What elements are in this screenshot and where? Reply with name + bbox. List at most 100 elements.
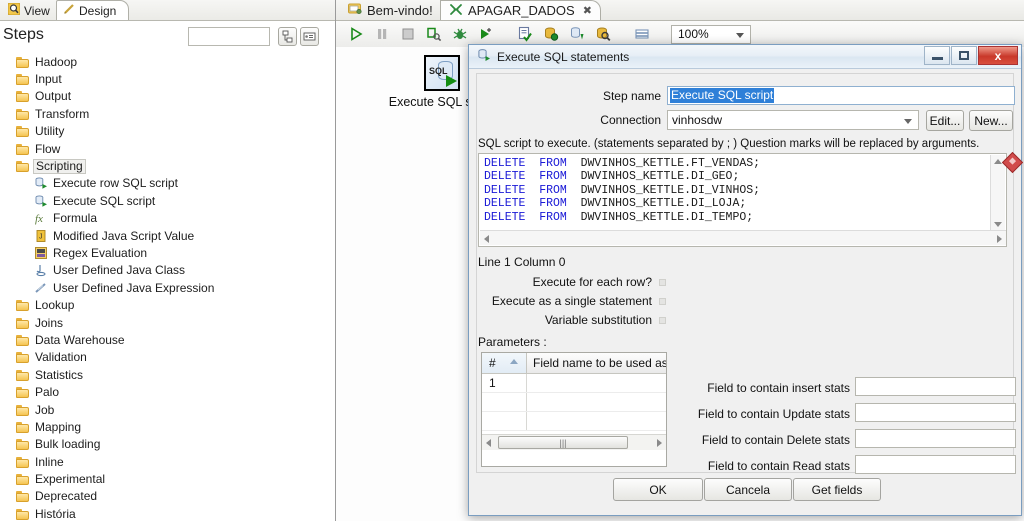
tree-item-validation[interactable]: Validation bbox=[0, 349, 335, 366]
parameters-horizontal-scrollbar[interactable]: ||| bbox=[482, 434, 666, 450]
scroll-right-icon[interactable] bbox=[997, 235, 1002, 243]
tree-item-execute-sql-script[interactable]: Execute SQL script bbox=[0, 192, 335, 209]
steps-tree[interactable]: Hadoop Input Output Transform Utility Flow Scr… bbox=[0, 53, 335, 521]
tree-item-scripting[interactable]: Scripting bbox=[0, 157, 335, 174]
scroll-down-icon[interactable] bbox=[994, 222, 1002, 227]
scroll-right-icon[interactable] bbox=[657, 439, 662, 447]
database-search-icon[interactable] bbox=[592, 23, 614, 45]
ok-button[interactable]: OK bbox=[613, 478, 703, 501]
connection-combo[interactable]: vinhosdw bbox=[667, 110, 919, 130]
tab-design[interactable]: Design bbox=[56, 0, 130, 20]
zoom-combo[interactable]: 100% bbox=[671, 24, 751, 44]
close-icon[interactable]: ✖ bbox=[583, 4, 592, 17]
tree-item-flow[interactable]: Flow bbox=[0, 140, 335, 157]
tree-item-label: História bbox=[35, 506, 76, 521]
tree-item-job[interactable]: Job bbox=[0, 401, 335, 418]
tree-item-label: Palo bbox=[35, 385, 60, 400]
new-connection-button[interactable]: New... bbox=[969, 110, 1013, 131]
tree-item-bulk-loading[interactable]: Bulk loading bbox=[0, 436, 335, 453]
delete-stats-input[interactable] bbox=[855, 429, 1016, 448]
pause-icon[interactable] bbox=[371, 23, 393, 45]
folder-icon bbox=[16, 334, 30, 346]
edit-connection-button[interactable]: Edit... bbox=[926, 110, 964, 131]
cancel-button[interactable]: Cancela bbox=[704, 478, 792, 501]
tree-item-label: Formula bbox=[53, 211, 98, 226]
preview-icon[interactable] bbox=[423, 23, 445, 45]
stop-icon[interactable] bbox=[397, 23, 419, 45]
insert-stats-input[interactable] bbox=[855, 377, 1016, 396]
tree-collapse-icon[interactable] bbox=[278, 27, 297, 46]
tree-item-regex-evaluation[interactable]: Regex Evaluation bbox=[0, 244, 335, 261]
tree-item-statistics[interactable]: Statistics bbox=[0, 366, 335, 383]
tree-item-input[interactable]: Input bbox=[0, 70, 335, 87]
folder-icon bbox=[16, 317, 30, 329]
tree-item-hadoop[interactable]: Hadoop bbox=[0, 53, 335, 70]
tab-view[interactable]: View bbox=[2, 1, 62, 20]
list-details-icon[interactable] bbox=[300, 27, 319, 46]
database-impact-icon[interactable] bbox=[540, 23, 562, 45]
sql-script-editor[interactable]: DELETE FROM DWVINHOS_KETTLE.FT_VENDAS; D… bbox=[478, 153, 1007, 247]
tree-item-transform[interactable]: Transform bbox=[0, 105, 335, 122]
checkbox-box[interactable] bbox=[659, 298, 666, 305]
parameters-table[interactable]: # Field name to be used as a 1 ||| bbox=[481, 352, 667, 467]
tab-apagar-dados[interactable]: APAGAR_DADOS ✖ bbox=[440, 0, 601, 20]
scrollbar-thumb[interactable]: ||| bbox=[498, 436, 628, 449]
tree-item-modified-java-script-value[interactable]: J Modified Java Script Value bbox=[0, 227, 335, 244]
scroll-left-icon[interactable] bbox=[486, 439, 491, 447]
tree-item-user-defined-java-class[interactable]: User Defined Java Class bbox=[0, 262, 335, 279]
row-field-name[interactable] bbox=[527, 374, 666, 392]
checkbox-label: Execute for each row? bbox=[532, 275, 652, 289]
pencil-icon bbox=[63, 3, 75, 18]
grid-icon[interactable] bbox=[631, 23, 653, 45]
connection-value: vinhosdw bbox=[672, 113, 723, 127]
tree-item-mapping[interactable]: Mapping bbox=[0, 418, 335, 435]
update-stats-input[interactable] bbox=[855, 403, 1016, 422]
table-row[interactable]: 1 bbox=[482, 374, 666, 393]
search-input[interactable] bbox=[188, 27, 270, 46]
tree-item-label: Output bbox=[35, 89, 72, 104]
tree-item-utility[interactable]: Utility bbox=[0, 123, 335, 140]
play-plus-icon[interactable] bbox=[475, 23, 497, 45]
get-fields-button[interactable]: Get fields bbox=[793, 478, 881, 501]
welcome-icon bbox=[348, 2, 362, 18]
parameters-table-body[interactable]: 1 ||| bbox=[482, 374, 666, 450]
checkbox-box[interactable] bbox=[659, 317, 666, 324]
scroll-up-icon[interactable] bbox=[994, 159, 1002, 164]
tree-item-label: Flow bbox=[35, 141, 61, 156]
bug-icon[interactable] bbox=[449, 23, 471, 45]
tree-item-deprecated[interactable]: Deprecated bbox=[0, 488, 335, 505]
sort-ascending-icon bbox=[510, 359, 518, 364]
tree-item-execute-row-sql-script[interactable]: Execute row SQL script bbox=[0, 175, 335, 192]
maximize-icon[interactable] bbox=[951, 46, 977, 65]
play-icon[interactable] bbox=[345, 23, 367, 45]
checklist-icon[interactable] bbox=[514, 23, 536, 45]
sql-horizontal-scrollbar[interactable] bbox=[480, 230, 1006, 245]
checkbox-box[interactable] bbox=[659, 279, 666, 286]
tree-item-hist-ria[interactable]: História bbox=[0, 505, 335, 521]
tree-item-joins[interactable]: Joins bbox=[0, 314, 335, 331]
close-icon[interactable]: x bbox=[978, 46, 1018, 65]
tree-item-lookup[interactable]: Lookup bbox=[0, 296, 335, 313]
read-stats-input[interactable] bbox=[855, 455, 1016, 474]
scroll-left-icon[interactable] bbox=[484, 235, 489, 243]
tree-item-inline[interactable]: Inline bbox=[0, 453, 335, 470]
tree-item-output[interactable]: Output bbox=[0, 88, 335, 105]
folder-icon bbox=[16, 73, 30, 86]
tab-apagar-dados-label: APAGAR_DADOS bbox=[468, 3, 575, 18]
minimize-icon[interactable] bbox=[924, 46, 950, 65]
table-row[interactable] bbox=[482, 393, 666, 412]
sql-download-icon[interactable] bbox=[566, 23, 588, 45]
tree-item-data-warehouse[interactable]: Data Warehouse bbox=[0, 331, 335, 348]
table-row[interactable] bbox=[482, 412, 666, 431]
tree-item-user-defined-java-expression[interactable]: User Defined Java Expression bbox=[0, 279, 335, 296]
tree-item-experimental[interactable]: Experimental bbox=[0, 470, 335, 487]
column-header-field-name[interactable]: Field name to be used as a bbox=[527, 353, 666, 373]
sql-vertical-scrollbar[interactable] bbox=[990, 155, 1005, 231]
tree-item-formula[interactable]: fx Formula bbox=[0, 210, 335, 227]
dialog-titlebar[interactable]: Execute SQL statements x bbox=[469, 45, 1021, 69]
tree-item-label: Execute SQL script bbox=[53, 193, 156, 208]
column-header-index[interactable]: # bbox=[482, 353, 527, 373]
tab-bem-vindo[interactable]: Bem-vindo! bbox=[340, 0, 441, 20]
folder-icon bbox=[16, 160, 30, 173]
tree-item-palo[interactable]: Palo bbox=[0, 383, 335, 400]
